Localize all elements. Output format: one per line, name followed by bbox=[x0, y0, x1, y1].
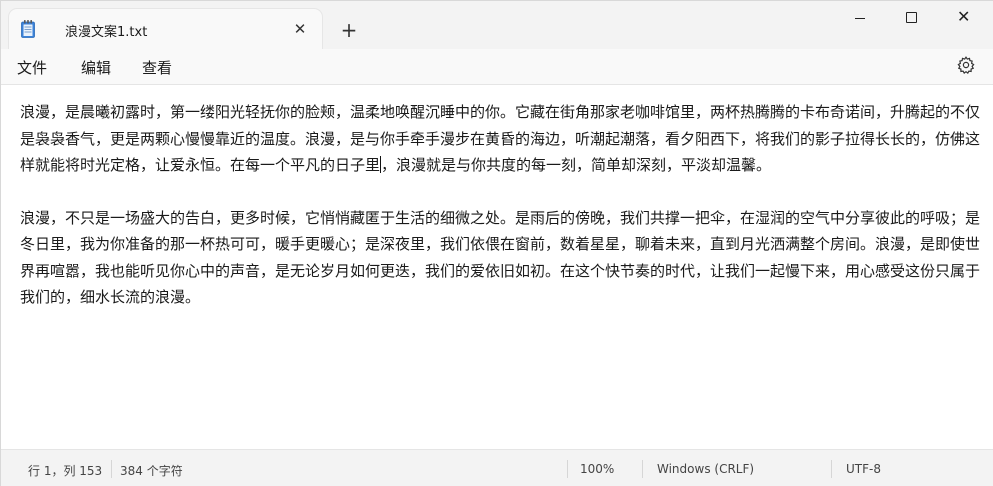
title-bar: 浪漫文案1.txt ✕ + ✕ bbox=[1, 1, 993, 49]
status-separator bbox=[111, 460, 112, 478]
maximize-icon bbox=[906, 12, 917, 23]
character-count: 384 个字符 bbox=[120, 464, 183, 478]
paragraph-1-text-b: ，浪漫就是与你共度的每一刻，简单却深刻，平淡却温馨。 bbox=[381, 156, 772, 174]
menu-bar: 文件 编辑 查看 bbox=[1, 49, 993, 85]
notepad-window: 浪漫文案1.txt ✕ + ✕ 文件 编辑 查看 浪漫，是晨曦初露时，第一缕阳光… bbox=[0, 0, 993, 486]
minimize-button[interactable] bbox=[834, 1, 888, 35]
document-tab[interactable]: 浪漫文案1.txt ✕ bbox=[9, 9, 322, 49]
menu-file[interactable]: 文件 bbox=[17, 57, 47, 78]
text-editor[interactable]: 浪漫，是晨曦初露时，第一缕阳光轻抚你的脸颊，温柔地唤醒沉睡中的你。它藏在街角那家… bbox=[1, 85, 993, 449]
menu-edit[interactable]: 编辑 bbox=[81, 57, 111, 78]
close-icon: ✕ bbox=[957, 7, 971, 26]
menu-view[interactable]: 查看 bbox=[142, 57, 172, 78]
zoom-level[interactable]: 100% bbox=[580, 462, 614, 476]
editor-content[interactable]: 浪漫，是晨曦初露时，第一缕阳光轻抚你的脸颊，温柔地唤醒沉睡中的你。它藏在街角那家… bbox=[20, 99, 988, 311]
status-separator bbox=[831, 460, 832, 478]
paragraph-2: 浪漫，不只是一场盛大的告白，更多时候，它悄悄藏匿于生活的细微之处。是雨后的傍晚，… bbox=[20, 208, 981, 307]
notepad-icon bbox=[21, 20, 35, 38]
tab-close-icon[interactable]: ✕ bbox=[289, 18, 311, 40]
cursor-position[interactable]: 行 1，列 153 bbox=[28, 462, 102, 479]
close-window-button[interactable]: ✕ bbox=[939, 1, 993, 35]
status-separator bbox=[642, 460, 643, 478]
encoding[interactable]: UTF-8 bbox=[846, 462, 881, 476]
maximize-button[interactable] bbox=[885, 1, 939, 35]
status-separator bbox=[567, 460, 568, 478]
gear-icon[interactable] bbox=[956, 55, 976, 75]
line-ending[interactable]: Windows (CRLF) bbox=[657, 462, 754, 476]
minimize-icon bbox=[855, 18, 865, 19]
paragraph-1: 浪漫，是晨曦初露时，第一缕阳光轻抚你的脸颊，温柔地唤醒沉睡中的你。它藏在街角那家… bbox=[20, 99, 988, 179]
tab-title: 浪漫文案1.txt bbox=[65, 25, 148, 40]
status-bar: 行 1，列 153 384 个字符 100% Windows (CRLF) UT… bbox=[1, 449, 993, 486]
new-tab-button[interactable]: + bbox=[337, 18, 361, 42]
